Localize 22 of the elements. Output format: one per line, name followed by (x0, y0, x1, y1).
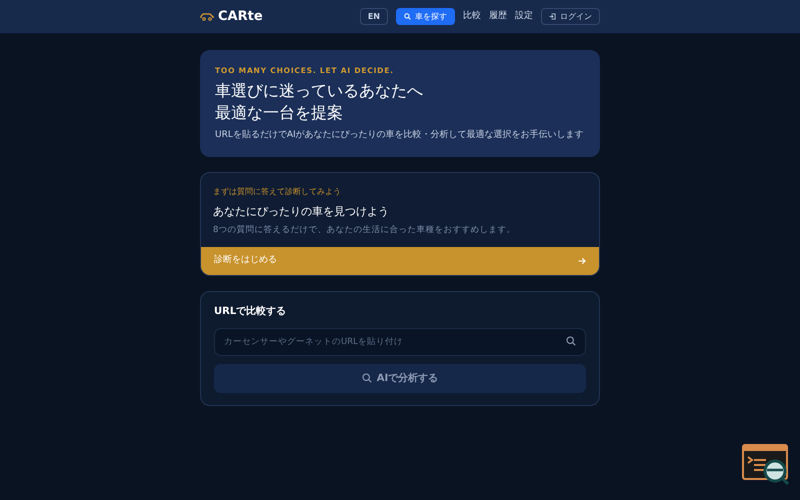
search-icon (404, 13, 411, 20)
analyze-button[interactable]: AIで分析する (214, 364, 586, 393)
url-card-title: URLで比較する (214, 304, 288, 319)
login-button[interactable]: ログイン (541, 8, 600, 26)
login-icon (549, 13, 556, 20)
language-button[interactable]: EN (360, 8, 388, 26)
arrow-right-icon (578, 256, 586, 265)
nav-link[interactable]: 設定 (515, 10, 533, 24)
hero-title: 車選びに迷っているあなたへ 最適な一台を提案 (215, 80, 424, 124)
car-icon (200, 12, 214, 21)
search-button[interactable]: 車を探す (396, 8, 455, 26)
quiz-description: 8つの質問に答えるだけで、あなたの生活に合った車種をおすすめします。 (213, 224, 516, 238)
nav-link[interactable]: 履歴 (489, 10, 507, 24)
search-icon (362, 373, 372, 384)
brand-name[interactable]: CARte (218, 6, 263, 26)
code-search-icon[interactable] (742, 444, 790, 486)
url-input-field[interactable]: カーセンサーやグーネットのURLを貼り付け (214, 328, 586, 356)
nav-link[interactable]: 比較 (463, 10, 481, 24)
quiz-label: まずは質問に答えて診断してみよう (213, 186, 342, 198)
hero-description: URLを貼るだけでAIがあなたにぴったりの車を比較・分析して最適な選択をお手伝いします (215, 129, 585, 142)
search-icon (566, 336, 576, 346)
quiz-title: あなたにぴったりの車を見つけよう (213, 204, 390, 220)
